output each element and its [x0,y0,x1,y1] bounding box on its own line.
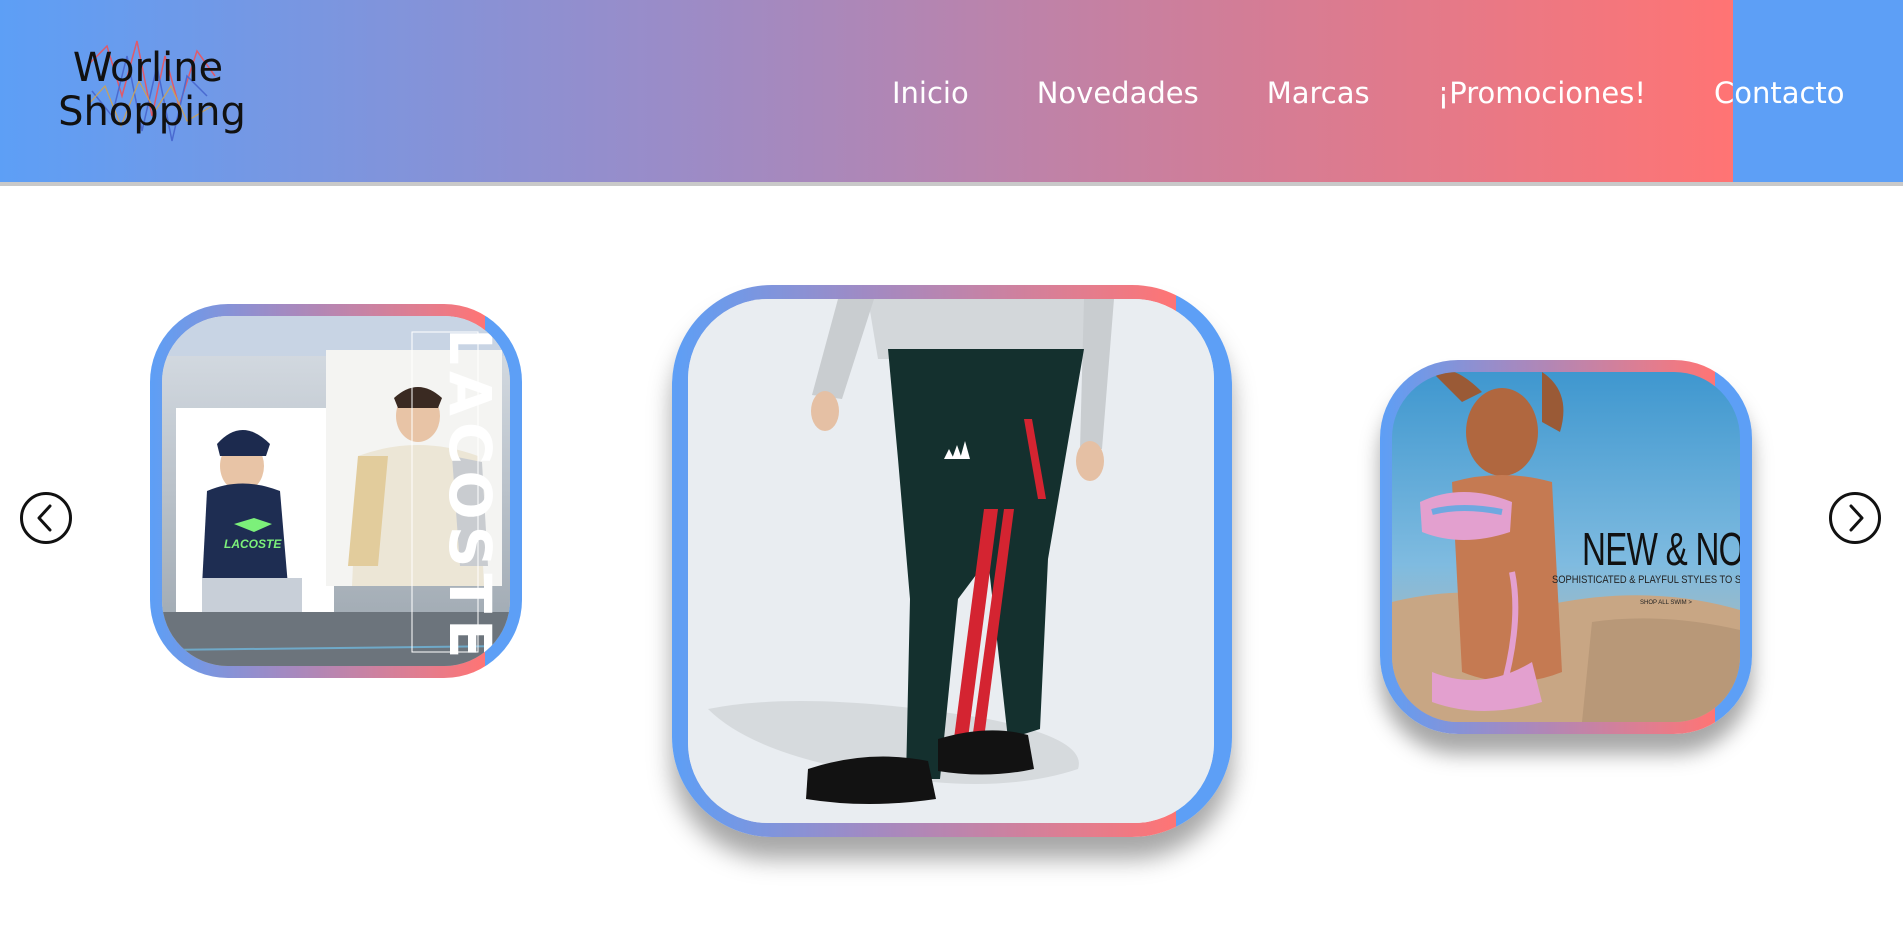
nav-link-promociones[interactable]: ¡Promociones! [1438,76,1646,110]
slide-image-lacoste: LACOSTE LACOSTE [162,316,510,666]
chevron-right-icon [1849,504,1864,532]
lacoste-vertical-text: LACOSTE [436,328,504,665]
lacoste-shirt-logo: LACOSTE [224,537,282,551]
slide-image-adidas [688,299,1214,823]
nav-link-contacto[interactable]: Contacto [1714,76,1845,110]
main-nav: Inicio Novedades Marcas ¡Promociones! Co… [892,70,1845,116]
carousel-slide-swimwear[interactable]: NEW & NOW SOPHISTICATED & PLAYFUL STYLES… [1380,360,1752,734]
promo-subtitle: SOPHISTICATED & PLAYFUL STYLES TO SUIT A… [1552,574,1740,586]
carousel-prev-button[interactable] [20,492,72,544]
adidas-pants-photo [688,299,1214,823]
carousel-next-button[interactable] [1829,492,1881,544]
logo-text-line2: Shopping [58,89,246,135]
carousel-slide-lacoste[interactable]: LACOSTE LACOSTE [150,304,522,678]
nav-link-inicio[interactable]: Inicio [892,76,969,110]
carousel-slide-adidas[interactable] [672,285,1232,837]
promo-cta-link[interactable]: SHOP ALL SWIM > [1640,600,1692,606]
site-header: Worline Shopping Inicio Novedades Marcas… [0,0,1903,186]
nav-link-marcas[interactable]: Marcas [1267,76,1370,110]
chevron-left-icon [37,504,52,532]
site-logo[interactable]: Worline Shopping [52,40,252,150]
logo-text-line1: Worline [72,45,224,91]
slide-image-swimwear: NEW & NOW SOPHISTICATED & PLAYFUL STYLES… [1392,372,1740,722]
nav-link-novedades[interactable]: Novedades [1037,76,1199,110]
promo-title: NEW & NOW [1582,523,1740,575]
